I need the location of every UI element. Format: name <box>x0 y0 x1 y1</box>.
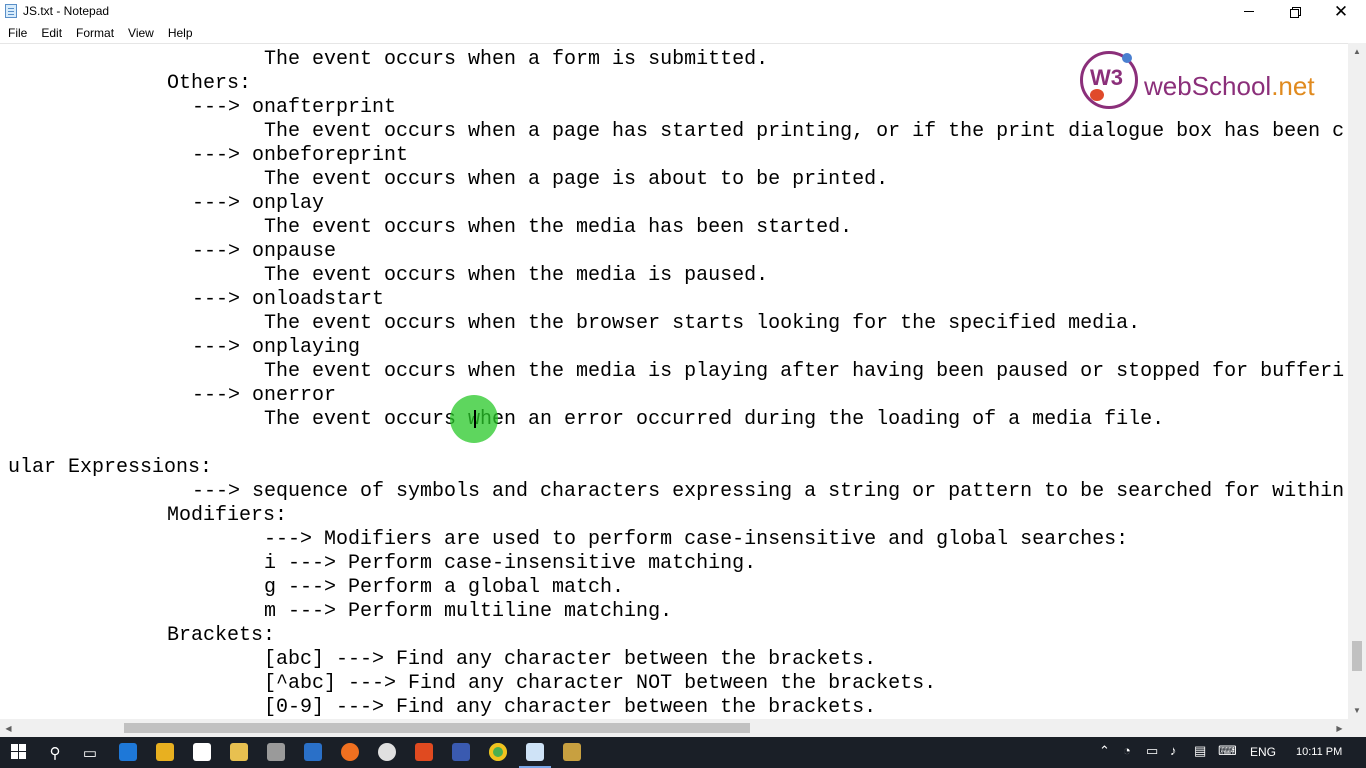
scroll-up-icon[interactable]: ▲ <box>1348 43 1366 60</box>
media-player-icon[interactable] <box>156 743 174 761</box>
minimize-button[interactable] <box>1226 0 1272 23</box>
vertical-scroll-thumb[interactable] <box>1352 641 1362 671</box>
editor-line: ---> onplaying <box>192 336 361 359</box>
scrollbar-corner <box>1348 719 1366 737</box>
webschool-logo: W3 webSchool.net <box>1078 49 1338 111</box>
remote-desktop-icon[interactable] <box>304 743 322 761</box>
calculator-icon[interactable] <box>267 743 285 761</box>
editor-line: Brackets: <box>167 624 276 647</box>
editor-line: The event occurs when a page is about to… <box>264 168 889 191</box>
editor-line: ---> onplay <box>192 192 325 215</box>
menu-help[interactable]: Help <box>161 26 200 40</box>
editor-line: i ---> Perform case-insensitive matching… <box>264 552 757 575</box>
editor-line: m ---> Perform multiline matching. <box>264 600 673 623</box>
editor-line: The event occurs when a form is submitte… <box>264 48 769 71</box>
editor-line: The event occurs when the media is pause… <box>264 264 769 287</box>
facebook-icon[interactable] <box>452 743 470 761</box>
notepad-taskbar-icon[interactable] <box>526 743 544 761</box>
text-editor[interactable]: The event occurs when a form is submitte… <box>0 43 1348 719</box>
title-bar[interactable]: JS.txt - Notepad ✕ <box>0 0 1366 23</box>
language-indicator[interactable]: ENG <box>1250 742 1276 762</box>
window-title: JS.txt - Notepad <box>23 4 110 18</box>
taskbar: ⚲ ▭ ⌃ ◔ ▭ ♪ ▤ ⌨ ENG 10:11 PM <box>0 737 1366 768</box>
editor-line: ular Expressions: <box>8 456 213 479</box>
horizontal-scrollbar[interactable]: ◀ ▶ <box>0 719 1348 737</box>
editor-line: ---> onbeforeprint <box>192 144 409 167</box>
close-button[interactable]: ✕ <box>1318 0 1364 23</box>
tray-chevron-icon[interactable]: ⌃ <box>1099 743 1110 759</box>
editor-line: The event occurs when the media has been… <box>264 216 853 239</box>
edge-icon[interactable] <box>119 743 137 761</box>
editor-line: ---> Modifiers are used to perform case-… <box>264 528 1129 551</box>
wifi-icon[interactable]: ◔ <box>1123 743 1131 758</box>
file-explorer-icon[interactable] <box>230 743 248 761</box>
logo-name: webSchool <box>1144 71 1272 101</box>
menu-bar: File Edit Format View Help <box>0 23 1366 43</box>
editor-line: ---> onerror <box>192 384 337 407</box>
editor-line: [abc] ---> Find any character between th… <box>264 648 877 671</box>
scroll-right-icon[interactable]: ▶ <box>1331 719 1348 737</box>
editor-line: The event occurs when an error occurred … <box>264 408 1165 431</box>
menu-edit[interactable]: Edit <box>34 26 69 40</box>
archive-icon[interactable] <box>563 743 581 761</box>
task-view-icon[interactable]: ▭ <box>79 742 101 764</box>
start-button[interactable] <box>11 744 27 760</box>
keyboard-icon[interactable]: ⌨ <box>1218 743 1237 759</box>
editor-line: ---> sequence of symbols and characters … <box>192 480 1345 503</box>
horizontal-scroll-thumb[interactable] <box>124 723 750 733</box>
clock[interactable]: 10:11 PM <box>1296 742 1342 762</box>
notification-icon[interactable]: ▤ <box>1194 743 1206 759</box>
logo-badge: W3 <box>1090 65 1123 90</box>
paint-icon[interactable] <box>341 743 359 761</box>
scroll-left-icon[interactable]: ◀ <box>0 719 17 737</box>
search-icon[interactable]: ⚲ <box>44 742 66 764</box>
volume-icon[interactable]: ♪ <box>1170 743 1177 758</box>
logo-tld: .net <box>1271 71 1315 101</box>
text-cursor-icon <box>474 410 476 428</box>
editor-line: ---> onloadstart <box>192 288 385 311</box>
editor-line: [0-9] ---> Find any character between th… <box>264 696 877 719</box>
vertical-scrollbar[interactable]: ▲ ▼ <box>1348 43 1366 719</box>
logo-globe-icon <box>1122 53 1132 63</box>
notepad-icon <box>5 4 17 18</box>
battery-icon[interactable]: ▭ <box>1146 743 1158 759</box>
menu-file[interactable]: File <box>1 26 34 40</box>
menu-view[interactable]: View <box>121 26 161 40</box>
close-icon: ✕ <box>1333 2 1349 21</box>
editor-line: The event occurs when the media is playi… <box>264 360 1345 383</box>
store-icon[interactable] <box>193 743 211 761</box>
editor-line: ---> onpause <box>192 240 337 263</box>
scroll-down-icon[interactable]: ▼ <box>1348 702 1366 719</box>
recorder-icon[interactable] <box>378 743 396 761</box>
editor-line: ---> onafterprint <box>192 96 397 119</box>
brave-icon[interactable] <box>415 743 433 761</box>
restore-button[interactable] <box>1272 0 1318 23</box>
restore-icon <box>1290 6 1301 18</box>
menu-format[interactable]: Format <box>69 26 121 40</box>
logo-wordmark: webSchool.net <box>1144 71 1315 102</box>
editor-line: g ---> Perform a global match. <box>264 576 625 599</box>
editor-line: Others: <box>167 72 252 95</box>
chrome-icon[interactable] <box>489 743 507 761</box>
editor-line: [^abc] ---> Find any character NOT betwe… <box>264 672 937 695</box>
editor-line: The event occurs when a page has started… <box>264 120 1345 143</box>
minimize-icon <box>1244 11 1254 12</box>
editor-line: Modifiers: <box>167 504 288 527</box>
editor-line: The event occurs when the browser starts… <box>264 312 1141 335</box>
